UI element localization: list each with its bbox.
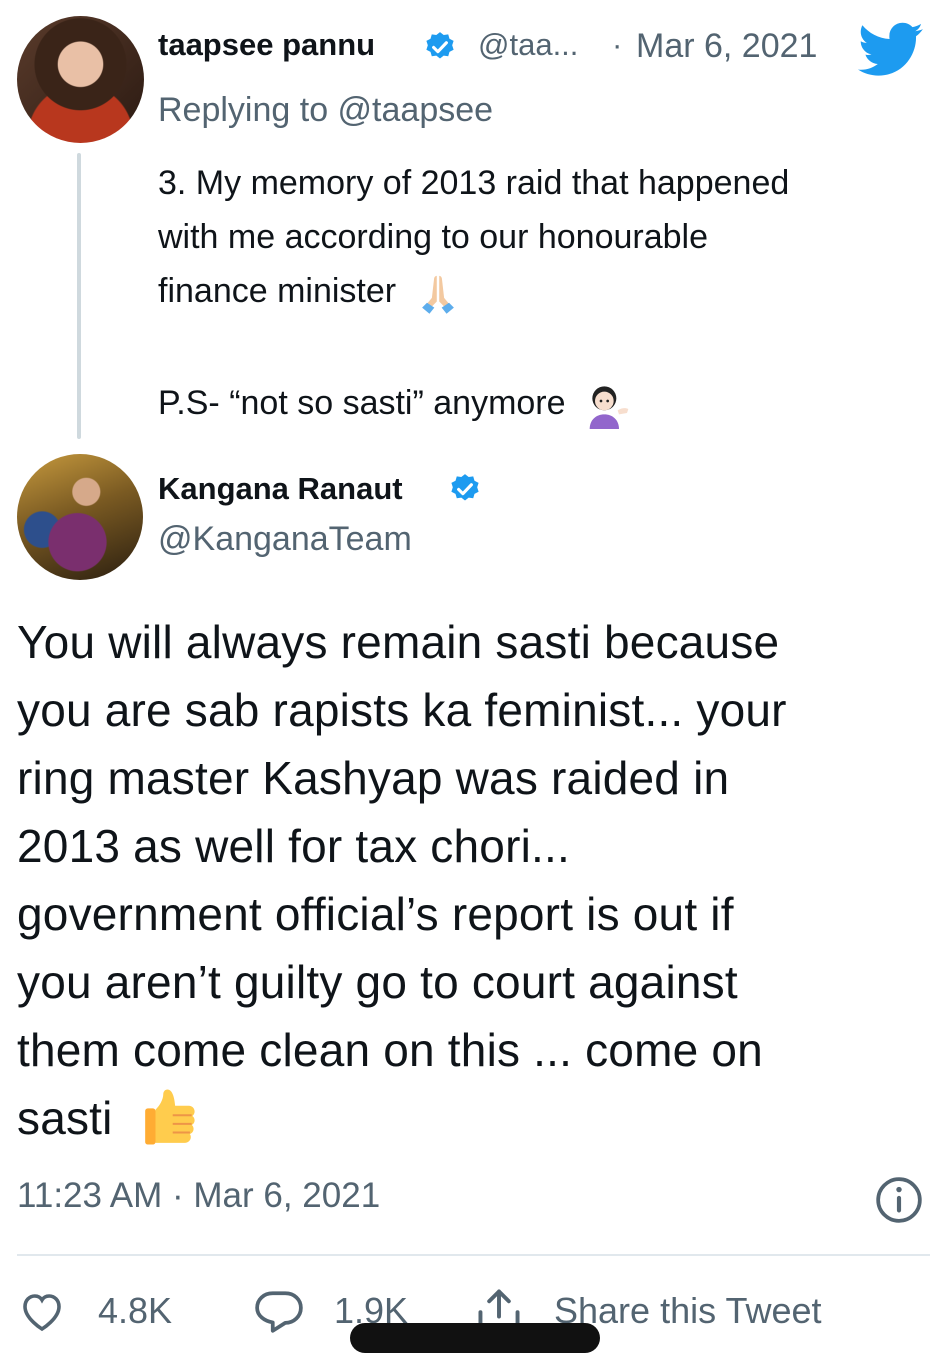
- verified-badge-icon: [451, 474, 479, 501]
- main-handle[interactable]: @KanganaTeam: [158, 520, 412, 559]
- main-display-name[interactable]: Kangana Ranaut: [158, 471, 403, 507]
- main-text-line: You will always remain sasti because: [17, 616, 780, 668]
- reply-text-line: P.S- “not so sasti” anymore: [158, 376, 938, 430]
- reply-bubble-icon[interactable]: [254, 1288, 304, 1334]
- heart-icon[interactable]: [17, 1289, 67, 1333]
- reply-text-fragment: finance minister: [158, 272, 397, 310]
- person-tipping-hand-icon: [589, 386, 629, 430]
- main-text-line: you aren’t guilty go to court against: [17, 956, 738, 1008]
- thumbs-up-icon: [144, 1089, 195, 1145]
- main-text-fragment: sasti: [17, 1092, 113, 1144]
- reply-handle[interactable]: @taa...: [478, 27, 578, 63]
- main-text-line: you are sab rapists ka feminist... your: [17, 684, 787, 736]
- folded-hands-icon: [421, 275, 454, 314]
- main-text-line: 2013 as well for tax chori...: [17, 820, 570, 872]
- reply-ps-text: P.S- “not so sasti” anymore: [158, 384, 566, 422]
- divider: [17, 1254, 930, 1256]
- main-text-line: them come clean on this ... come on: [17, 1024, 763, 1076]
- reply-tweet-text: 3. My memory of 2013 raid that happened …: [158, 156, 938, 430]
- home-indicator: [350, 1323, 600, 1353]
- thread-line: [77, 153, 81, 439]
- main-text-line: sasti: [17, 1084, 937, 1152]
- main-tweet-text: You will always remain sasti because you…: [17, 608, 937, 1152]
- main-text-line: ring master Kashyap was raided in: [17, 752, 730, 804]
- tweet-timestamp[interactable]: 11:23 AM · Mar 6, 2021: [17, 1176, 380, 1216]
- reply-text-line: with me according to our honourable: [158, 218, 708, 256]
- reply-separator: ·: [612, 27, 623, 62]
- taapsee-avatar[interactable]: [17, 16, 144, 143]
- reply-display-name[interactable]: taapsee pannu: [158, 27, 375, 63]
- reply-date[interactable]: Mar 6, 2021: [636, 27, 817, 66]
- verified-badge-icon: [426, 32, 454, 59]
- replying-to[interactable]: Replying to @taapsee: [158, 91, 493, 130]
- reply-text-line: 3. My memory of 2013 raid that happened: [158, 164, 790, 202]
- kangana-avatar[interactable]: [17, 454, 143, 580]
- info-icon[interactable]: [874, 1175, 924, 1225]
- reply-text-line: finance minister: [158, 264, 938, 318]
- like-count[interactable]: 4.8K: [98, 1290, 172, 1332]
- twitter-bird-icon: [858, 22, 923, 76]
- main-text-line: government official’s report is out if: [17, 888, 734, 940]
